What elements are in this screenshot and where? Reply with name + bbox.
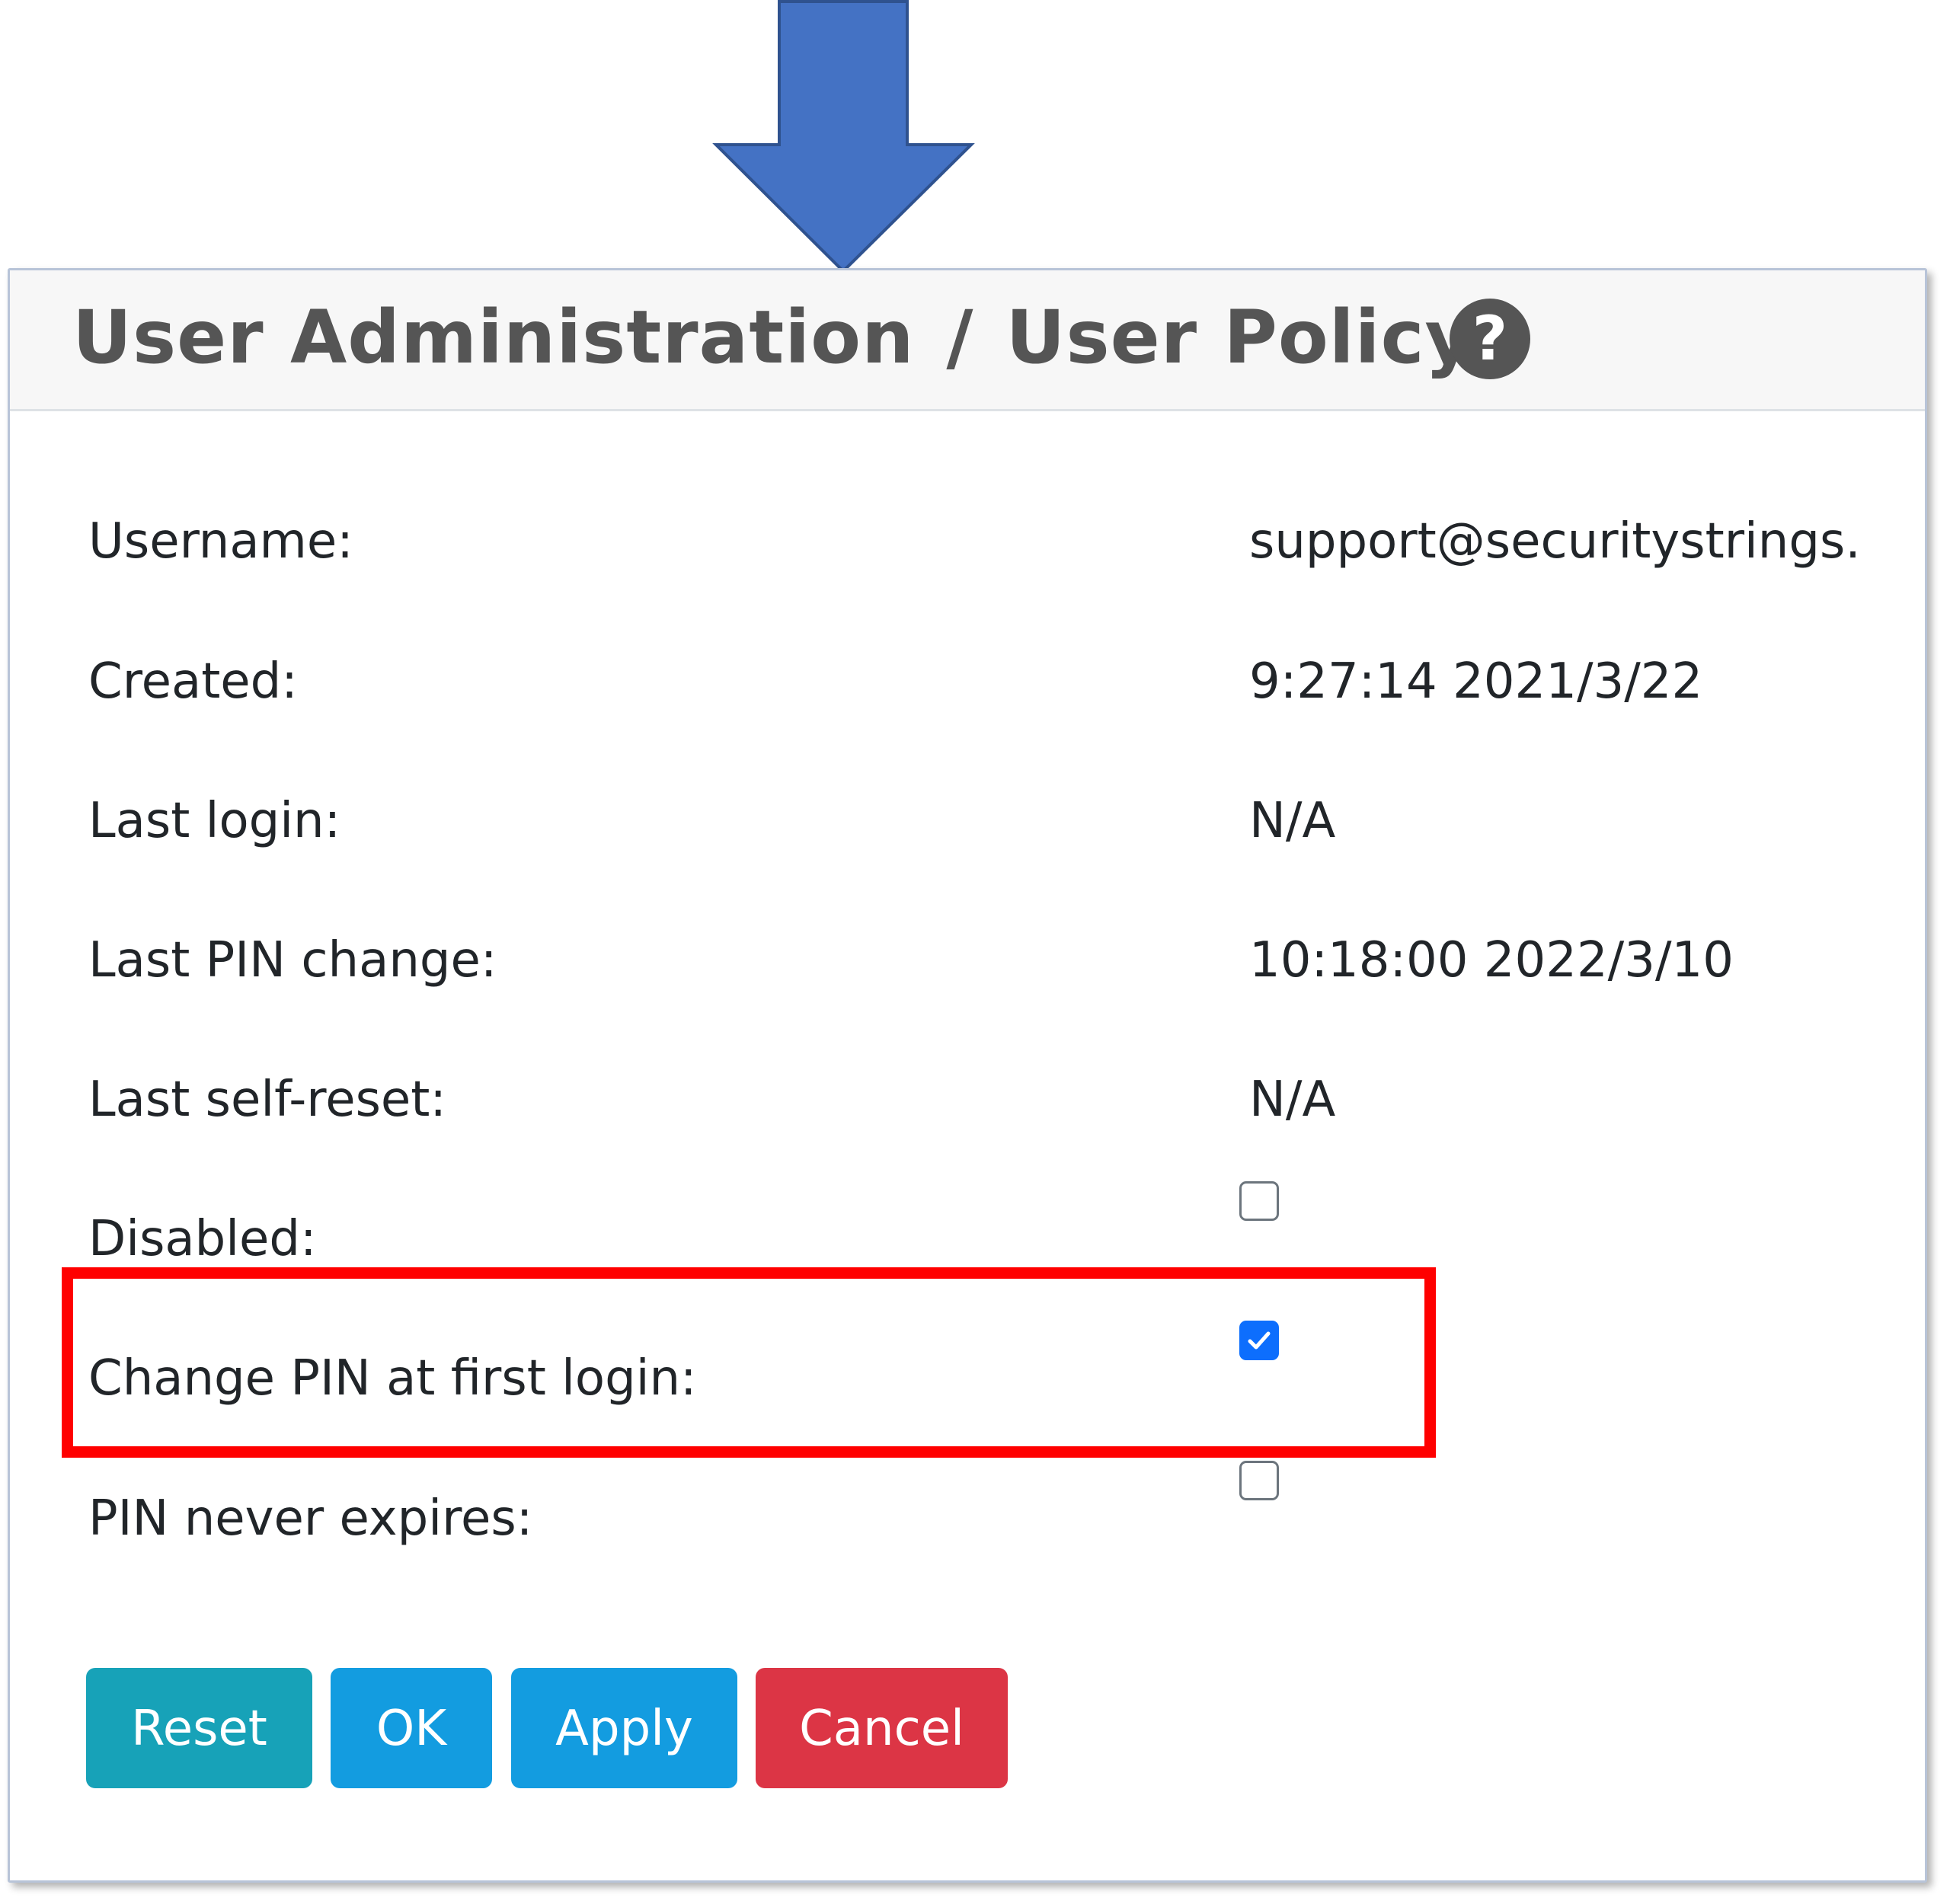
panel-header: User Administration / User Policy ? [10,270,1925,411]
down-arrow-shape [712,0,975,273]
reset-button[interactable]: Reset [86,1668,312,1788]
page-title: User Administration / User Policy [72,299,1473,375]
username-label: Username: [88,513,353,570]
created-value: 9:27:14 2021/3/22 [1249,653,1703,710]
breadcrumb-current: User Policy [1005,295,1474,380]
apply-button[interactable]: Apply [511,1668,737,1788]
username-value: support@securitystrings. [1249,513,1861,570]
breadcrumb-separator: / [946,295,974,380]
pin-never-expires-checkbox[interactable] [1239,1461,1279,1500]
last-login-label: Last login: [88,793,341,849]
disabled-label: Disabled: [88,1211,317,1267]
question-circle-icon[interactable]: ? [1450,299,1530,379]
last-pin-change-label: Last PIN change: [88,932,497,989]
user-policy-panel: User Administration / User Policy ? Userna… [8,268,1927,1883]
breadcrumb-parent[interactable]: User Administration [72,295,914,380]
created-label: Created: [88,653,298,710]
last-pin-change-value: 10:18:00 2022/3/10 [1249,932,1734,989]
ok-button[interactable]: OK [331,1668,492,1788]
last-self-reset-value: N/A [1249,1072,1336,1128]
last-self-reset-label: Last self-reset: [88,1072,446,1128]
cancel-button[interactable]: Cancel [756,1668,1008,1788]
pin-never-expires-label: PIN never expires: [88,1490,533,1547]
highlight-annotation-box [62,1267,1436,1458]
down-arrow-annotation [712,0,975,273]
disabled-checkbox[interactable] [1239,1181,1279,1221]
last-login-value: N/A [1249,793,1336,849]
